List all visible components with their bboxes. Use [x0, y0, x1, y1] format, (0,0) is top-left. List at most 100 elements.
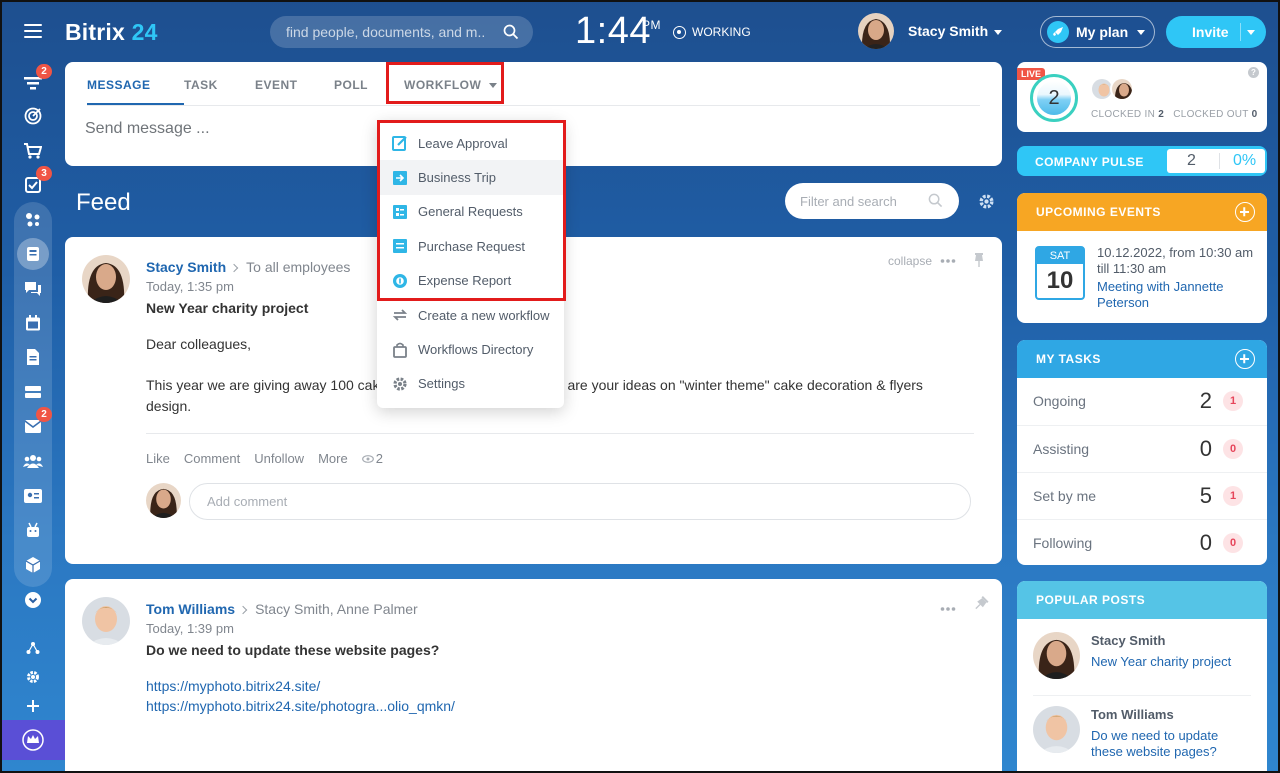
clock-ampm: PM [642, 18, 661, 32]
like-button[interactable]: Like [146, 451, 170, 466]
author-avatar[interactable] [1033, 706, 1080, 753]
sidebar-item-feed[interactable]: 2 [22, 64, 52, 94]
comment-button[interactable]: Comment [184, 451, 240, 466]
sidebar-item-drive[interactable] [22, 381, 44, 403]
sidebar-item-chat[interactable] [22, 278, 44, 300]
sidebar-item-workgroups[interactable] [22, 450, 44, 472]
sidebar-item-more[interactable] [22, 589, 44, 611]
user-name-text: Stacy Smith [908, 23, 989, 39]
post-link[interactable]: https://myphoto.bitrix24.site/ [146, 678, 320, 694]
clock[interactable]: 1:44 PM [575, 10, 661, 53]
workflow-general-requests[interactable]: General Requests [377, 195, 564, 229]
menu-item-label: Create a new workflow [418, 307, 550, 323]
workflow-purchase-request[interactable]: Purchase Request [377, 229, 564, 263]
search-input[interactable] [286, 16, 486, 48]
time-management-widget[interactable]: LIVE 2 CLOCKED IN 2 CLOCKED OUT 0 ? [1017, 62, 1267, 132]
post-recipients[interactable]: To all employees [246, 259, 350, 275]
tab-event[interactable]: EVENT [255, 62, 334, 106]
popular-post-link[interactable]: Do we need to update these website pages… [1091, 728, 1241, 760]
popular-author[interactable]: Tom Williams [1091, 707, 1174, 722]
upgrade-button[interactable] [0, 720, 65, 760]
sidebar-item-inventory[interactable] [22, 554, 44, 576]
workflow-business-trip[interactable]: Business Trip [377, 160, 564, 195]
tab-label: WORKFLOW [404, 78, 482, 92]
task-count: 0 [1199, 436, 1212, 461]
pin-icon[interactable] [967, 594, 990, 617]
sidebar-item-tasks[interactable]: 3 [22, 166, 52, 196]
invite-button[interactable]: Invite [1166, 16, 1266, 48]
workflow-expense-report[interactable]: Expense Report [377, 264, 564, 298]
logo-text: Bitrix [65, 19, 125, 45]
search-box [270, 16, 533, 48]
popular-post-link[interactable]: New Year charity project [1091, 654, 1231, 669]
task-row-set-by-me[interactable]: Set by me 5 1 [1017, 472, 1267, 519]
pin-icon[interactable] [973, 252, 985, 273]
create-new-workflow[interactable]: Create a new workflow [377, 298, 564, 332]
menu-item-label: Purchase Request [418, 238, 525, 254]
work-status[interactable]: WORKING [673, 25, 751, 39]
sidebar-item-robots[interactable] [22, 519, 44, 541]
event-day-number: 10 [1046, 267, 1074, 294]
notification-badge: 3 [36, 166, 52, 181]
message-input[interactable]: Send message ... [85, 120, 210, 138]
task-row-assisting[interactable]: Assisting 0 0 [1017, 425, 1267, 472]
unfollow-button[interactable]: Unfollow [254, 451, 304, 466]
app-logo[interactable]: Bitrix 24 [65, 19, 158, 46]
company-pulse[interactable]: COMPANY PULSE 2 0% [1017, 146, 1267, 176]
author-avatar[interactable] [82, 597, 130, 645]
tab-poll[interactable]: POLL [334, 62, 404, 106]
my-plan-button[interactable]: My plan [1040, 16, 1155, 48]
tab-task[interactable]: TASK [184, 62, 255, 106]
chevron-down-icon[interactable] [1247, 30, 1255, 35]
sidebar-add-button[interactable] [22, 695, 44, 717]
views-count[interactable]: 2 [361, 451, 383, 466]
post-link[interactable]: https://myphoto.bitrix24.site/photogra..… [146, 698, 455, 714]
more-icon[interactable] [940, 599, 956, 617]
task-count: 0 [1199, 530, 1212, 555]
workflows-directory[interactable]: Workflows Directory [377, 332, 564, 366]
pulse-label: COMPANY PULSE [1035, 155, 1144, 169]
tab-workflow[interactable]: WORKFLOW [404, 62, 514, 106]
workflow-leave-approval[interactable]: Leave Approval [377, 126, 564, 160]
more-icon[interactable] [940, 251, 956, 269]
collapse-link[interactable]: collapse [888, 254, 932, 268]
task-row-following[interactable]: Following 0 0 [1017, 519, 1267, 565]
add-event-icon[interactable] [1235, 202, 1255, 222]
popular-author[interactable]: Stacy Smith [1091, 633, 1165, 648]
filter-input[interactable] [800, 183, 930, 219]
sidebar-item-settings[interactable] [22, 666, 44, 688]
feed-settings-icon[interactable] [978, 193, 995, 215]
search-icon[interactable] [503, 24, 519, 45]
tab-message[interactable]: MESSAGE [87, 62, 184, 106]
task-badge: 0 [1223, 439, 1243, 459]
author-avatar[interactable] [1033, 632, 1080, 679]
help-icon[interactable]: ? [1248, 67, 1259, 78]
add-comment-input[interactable]: Add comment [189, 483, 971, 520]
author-avatar[interactable] [82, 255, 130, 303]
edit-doc-icon [392, 135, 408, 152]
add-task-icon[interactable] [1235, 349, 1255, 369]
sidebar-item-goals[interactable] [22, 105, 44, 127]
sidebar-item-news[interactable] [22, 243, 44, 265]
sidebar-item-mail[interactable]: 2 [22, 407, 52, 437]
author-name[interactable]: Tom Williams [146, 601, 235, 617]
sidebar-item-shop[interactable] [22, 140, 44, 162]
mail-icon [25, 419, 41, 433]
event-link[interactable]: Meeting with Jannette Peterson [1097, 279, 1259, 311]
sidebar-item-contacts[interactable] [22, 485, 44, 507]
author-name[interactable]: Stacy Smith [146, 259, 226, 275]
menu-icon[interactable] [24, 24, 42, 38]
clock-time: 1:44 [575, 10, 651, 52]
sidebar-item-calendar[interactable] [22, 312, 44, 334]
user-menu[interactable]: Stacy Smith [858, 13, 1003, 49]
sidebar-item-sitemap[interactable] [22, 637, 44, 659]
feed-filter [785, 183, 959, 219]
workflow-settings[interactable]: Settings [377, 367, 564, 401]
task-list: Ongoing 2 1 Assisting 0 0 Set by me 5 1 Follow… [1017, 378, 1267, 565]
sidebar-item-crm[interactable] [22, 209, 44, 231]
sidebar-item-docs[interactable] [22, 346, 44, 368]
post-recipients[interactable]: Stacy Smith, Anne Palmer [255, 601, 418, 617]
task-row-ongoing[interactable]: Ongoing 2 1 [1017, 378, 1267, 425]
search-icon[interactable] [928, 193, 943, 213]
more-button[interactable]: More [318, 451, 348, 466]
